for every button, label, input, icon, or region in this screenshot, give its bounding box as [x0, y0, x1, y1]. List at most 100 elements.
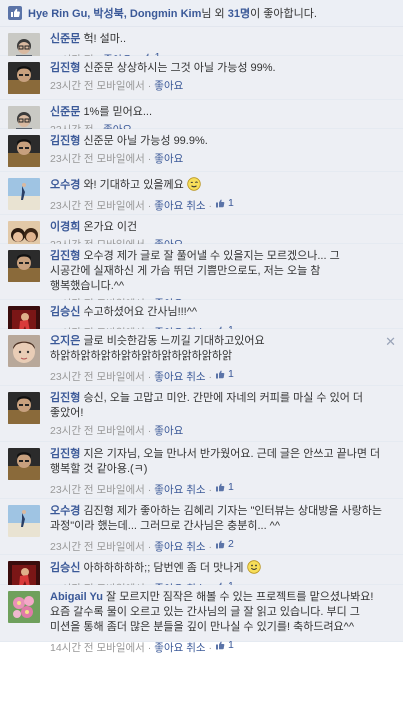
like-count[interactable]: 2: [215, 537, 234, 552]
comment-meta: 23시간 전 모바일에서·좋아요 취소·1: [50, 480, 234, 496]
comment-item: 신준문 헉! 설마.. 23시간 전·좋아요·1: [0, 27, 403, 66]
comment-item: 김승신 수고하셨어요 간사님!!!^^ 23시간 전 모바일에서·좋아요 취소·…: [0, 300, 403, 339]
comment-text-line: 오수경 김진형 제가 좋아하는 김혜리 기자는 "인터뷰는 상대방을 사랑하는 …: [50, 504, 383, 534]
comment-meta: 23시간 전 모바일에서·좋아요: [50, 80, 184, 92]
comment-like-link[interactable]: 좋아요 취소: [154, 371, 205, 383]
comment-item: 오지은 글로 비슷한감동 느끼길 기대하고있어요 하앍하앍하앍하앍하앍하앍하앍하…: [0, 329, 403, 386]
comment-like-link[interactable]: 좋아요: [154, 425, 183, 437]
like-count[interactable]: 1: [215, 480, 234, 495]
likers-names-link[interactable]: Hye Rin Gu, 박성북, Dongmin Kim: [28, 8, 201, 20]
comment-text-line: 김진형 승신, 오늘 고맙고 미안. 간만에 자네의 커피를 마실 수 있어 더…: [50, 391, 383, 421]
comment-timestamp: 23시간 전 모바일에서: [50, 371, 145, 383]
like-count-thumb-icon: [216, 483, 225, 492]
avatar-beach[interactable]: [8, 178, 40, 210]
comment-author-link[interactable]: 신준문: [50, 33, 80, 45]
comment-author-link[interactable]: 김승신: [50, 306, 80, 318]
comment-author-link[interactable]: 김진형: [50, 135, 80, 147]
comment-body: 김진형 지은 기자님, 오늘 만나서 반가웠어요. 근데 글은 안쓰고 끝나면 …: [50, 447, 383, 498]
comment-text: 와! 기대하고 있을께요: [83, 179, 184, 191]
comment-meta: 23시간 전 모바일에서·좋아요 취소·1: [50, 196, 234, 212]
comment-text: 신준문 아닐 가능성 99.9%.: [83, 135, 208, 147]
others-count-link[interactable]: 31명: [228, 8, 250, 20]
comment-author-link[interactable]: 김승신: [50, 562, 80, 574]
comment-like-link[interactable]: 좋아요 취소: [154, 484, 205, 496]
like-count[interactable]: 1: [215, 196, 234, 211]
comment-text-line: 김진형 지은 기자님, 오늘 만나서 반가웠어요. 근데 글은 안쓰고 끝나면 …: [50, 447, 383, 477]
comment-item: 김진형 신준문 상상하시는 그것 아닐 가능성 99%. 23시간 전 모바일에…: [0, 56, 403, 100]
comment-item: 오수경 와! 기대하고 있을께요 23시간 전 모바일에서 · 좋아요 취소 · 1: [0, 172, 403, 215]
avatar-beach[interactable]: [8, 505, 40, 537]
likes-summary-text: Hye Rin Gu, 박성북, Dongmin Kim님 외 31명이 좋아합…: [28, 8, 317, 20]
comment-author-link[interactable]: 오수경: [50, 179, 80, 191]
comment-body: 오수경 와! 기대하고 있을께요 23시간 전 모바일에서 · 좋아요 취소 · 1: [50, 177, 383, 214]
comment-timestamp: 23시간 전 모바일에서: [50, 541, 145, 553]
comment-item: 김진형 승신, 오늘 고맙고 미안. 간만에 자네의 커피를 마실 수 있어 더…: [0, 386, 403, 442]
comment-text-line: 이경희 온가요 이건: [50, 220, 383, 235]
comment-author-link[interactable]: 김진형: [50, 392, 80, 404]
comment-body: 오지은 글로 비슷한감동 느끼길 기대하고있어요 하앍하앍하앍하앍하앍하앍하앍하…: [50, 334, 383, 385]
like-count[interactable]: 1: [215, 638, 234, 653]
comment-text-line: 오수경 와! 기대하고 있을께요: [50, 177, 383, 193]
comment-body: 김진형 신준문 아닐 가능성 99.9%. 23시간 전 모바일에서 · 좋아요: [50, 134, 383, 167]
comment-meta: 14시간 전 모바일에서 · 좋아요 취소 · 1: [50, 638, 234, 654]
avatar-dark[interactable]: [8, 250, 40, 282]
comment-item: 이경희 온가요 이건 23시간 전 모바일에서·좋아요: [0, 215, 403, 253]
comment-author-link[interactable]: 김진형: [50, 250, 80, 262]
comment-item: 김진형 지은 기자님, 오늘 만나서 반가웠어요. 근데 글은 안쓰고 끝나면 …: [0, 442, 403, 499]
avatar-dark[interactable]: [8, 448, 40, 480]
comment-author-link[interactable]: Abigail Yu: [50, 591, 103, 603]
smile-emoticon-icon: [246, 560, 261, 574]
comment-timestamp: 14시간 전 모바일에서: [50, 642, 145, 654]
avatar-dark[interactable]: [8, 62, 40, 94]
comment-text-line: 김승신 수고하셨어요 간사님!!!^^: [50, 305, 383, 320]
like-count-thumb-icon: [216, 641, 225, 650]
comment-text: 승신, 오늘 고맙고 미안. 간만에 자네의 커피를 마실 수 있어 더 좋았어…: [50, 392, 363, 419]
comment-like-link[interactable]: 좋아요 취소: [154, 642, 205, 654]
comment-text-line: 김승신 아하하하하하;; 담번엔 좀 더 맛나게: [50, 560, 383, 576]
comment-author-link[interactable]: 오지은: [50, 335, 80, 347]
comment-item: 김진형 오수경 제가 글로 잘 풀어낼 수 있을지는 모르겠으나... 그 시공…: [0, 244, 403, 310]
comment-body: 김진형 신준문 상상하시는 그것 아닐 가능성 99%. 23시간 전 모바일에…: [50, 61, 383, 94]
avatar-dark[interactable]: [8, 392, 40, 424]
comment-text-line: 김진형 신준문 상상하시는 그것 아닐 가능성 99%.: [50, 61, 383, 76]
avatar-flower[interactable]: [8, 591, 40, 623]
comment-list: 신준문 헉! 설마.. 23시간 전·좋아요·1 김진형 신준문 상상하시는 그…: [0, 27, 403, 654]
comment-item: Abigail Yu 잘 모르지만 짐작은 해볼 수 있는 프로젝트를 맡으셨나…: [0, 585, 403, 654]
comment-item: 오수경 김진형 제가 좋아하는 김혜리 기자는 "인터뷰는 상대방을 사랑하는 …: [0, 499, 403, 555]
comment-like-link[interactable]: 좋아요 취소: [154, 200, 205, 212]
comment-text: 지은 기자님, 오늘 만나서 반가웠어요. 근데 글은 안쓰고 끝나면 더 행복…: [50, 448, 381, 475]
comment-meta: 23시간 전 모바일에서 · 좋아요 취소 · 2: [50, 537, 234, 553]
comment-body: 김진형 승신, 오늘 고맙고 미안. 간만에 자네의 커피를 마실 수 있어 더…: [50, 391, 383, 439]
comment-text: 신준문 상상하시는 그것 아닐 가능성 99%.: [83, 62, 276, 74]
comment-author-link[interactable]: 신준문: [50, 106, 80, 118]
comment-like-link[interactable]: 좋아요 취소: [154, 541, 205, 553]
comment-author-link[interactable]: 김진형: [50, 62, 80, 74]
comment-item: 신준문 1%를 믿어요... 23시간 전·좋아요: [0, 100, 403, 138]
comment-text: 김진형 제가 좋아하는 김혜리 기자는 "인터뷰는 상대방을 사랑하는 과정"이…: [50, 505, 382, 532]
like-count-thumb-icon: [216, 540, 225, 549]
avatar-face[interactable]: [8, 335, 40, 367]
comment-meta: 23시간 전 모바일에서·좋아요: [50, 153, 184, 165]
like-count[interactable]: 1: [215, 367, 234, 382]
like-count-thumb-icon: [216, 199, 225, 208]
comment-text: 글로 비슷한감동 느끼길 기대하고있어요 하앍하앍하앍하앍하앍하앍하앍하앍하앍: [50, 335, 265, 362]
comment-text-line: 김진형 신준문 아닐 가능성 99.9%.: [50, 134, 383, 149]
comment-meta: 23시간 전 모바일에서·좋아요: [50, 425, 184, 437]
comment-timestamp: 23시간 전 모바일에서: [50, 425, 145, 437]
comment-text-line: Abigail Yu 잘 모르지만 짐작은 해볼 수 있는 프로젝트를 맡으셨나…: [50, 590, 383, 635]
comment-author-link[interactable]: 오수경: [50, 505, 80, 517]
comment-timestamp: 23시간 전 모바일에서: [50, 80, 145, 92]
comment-timestamp: 23시간 전 모바일에서: [50, 200, 145, 212]
comment-author-link[interactable]: 김진형: [50, 448, 80, 460]
avatar-dark[interactable]: [8, 135, 40, 167]
comment-body: 오수경 김진형 제가 좋아하는 김혜리 기자는 "인터뷰는 상대방을 사랑하는 …: [50, 504, 383, 555]
comment-author-link[interactable]: 이경희: [50, 221, 80, 233]
comment-text-line: 신준문 헉! 설마..: [50, 32, 383, 47]
comment-item: 김진형 신준문 아닐 가능성 99.9%. 23시간 전 모바일에서 · 좋아요: [0, 129, 403, 172]
delete-comment-close-icon[interactable]: ✕: [385, 334, 396, 350]
wink-emoticon-icon: [187, 177, 201, 191]
comment-item: 김승신 아하하하하하;; 담번엔 좀 더 맛나게 23시간 전 모바일에서·좋아…: [0, 555, 403, 595]
comment-like-link[interactable]: 좋아요: [154, 153, 183, 165]
comment-like-link[interactable]: 좋아요: [154, 80, 183, 92]
thumbs-up-icon: [8, 6, 22, 20]
